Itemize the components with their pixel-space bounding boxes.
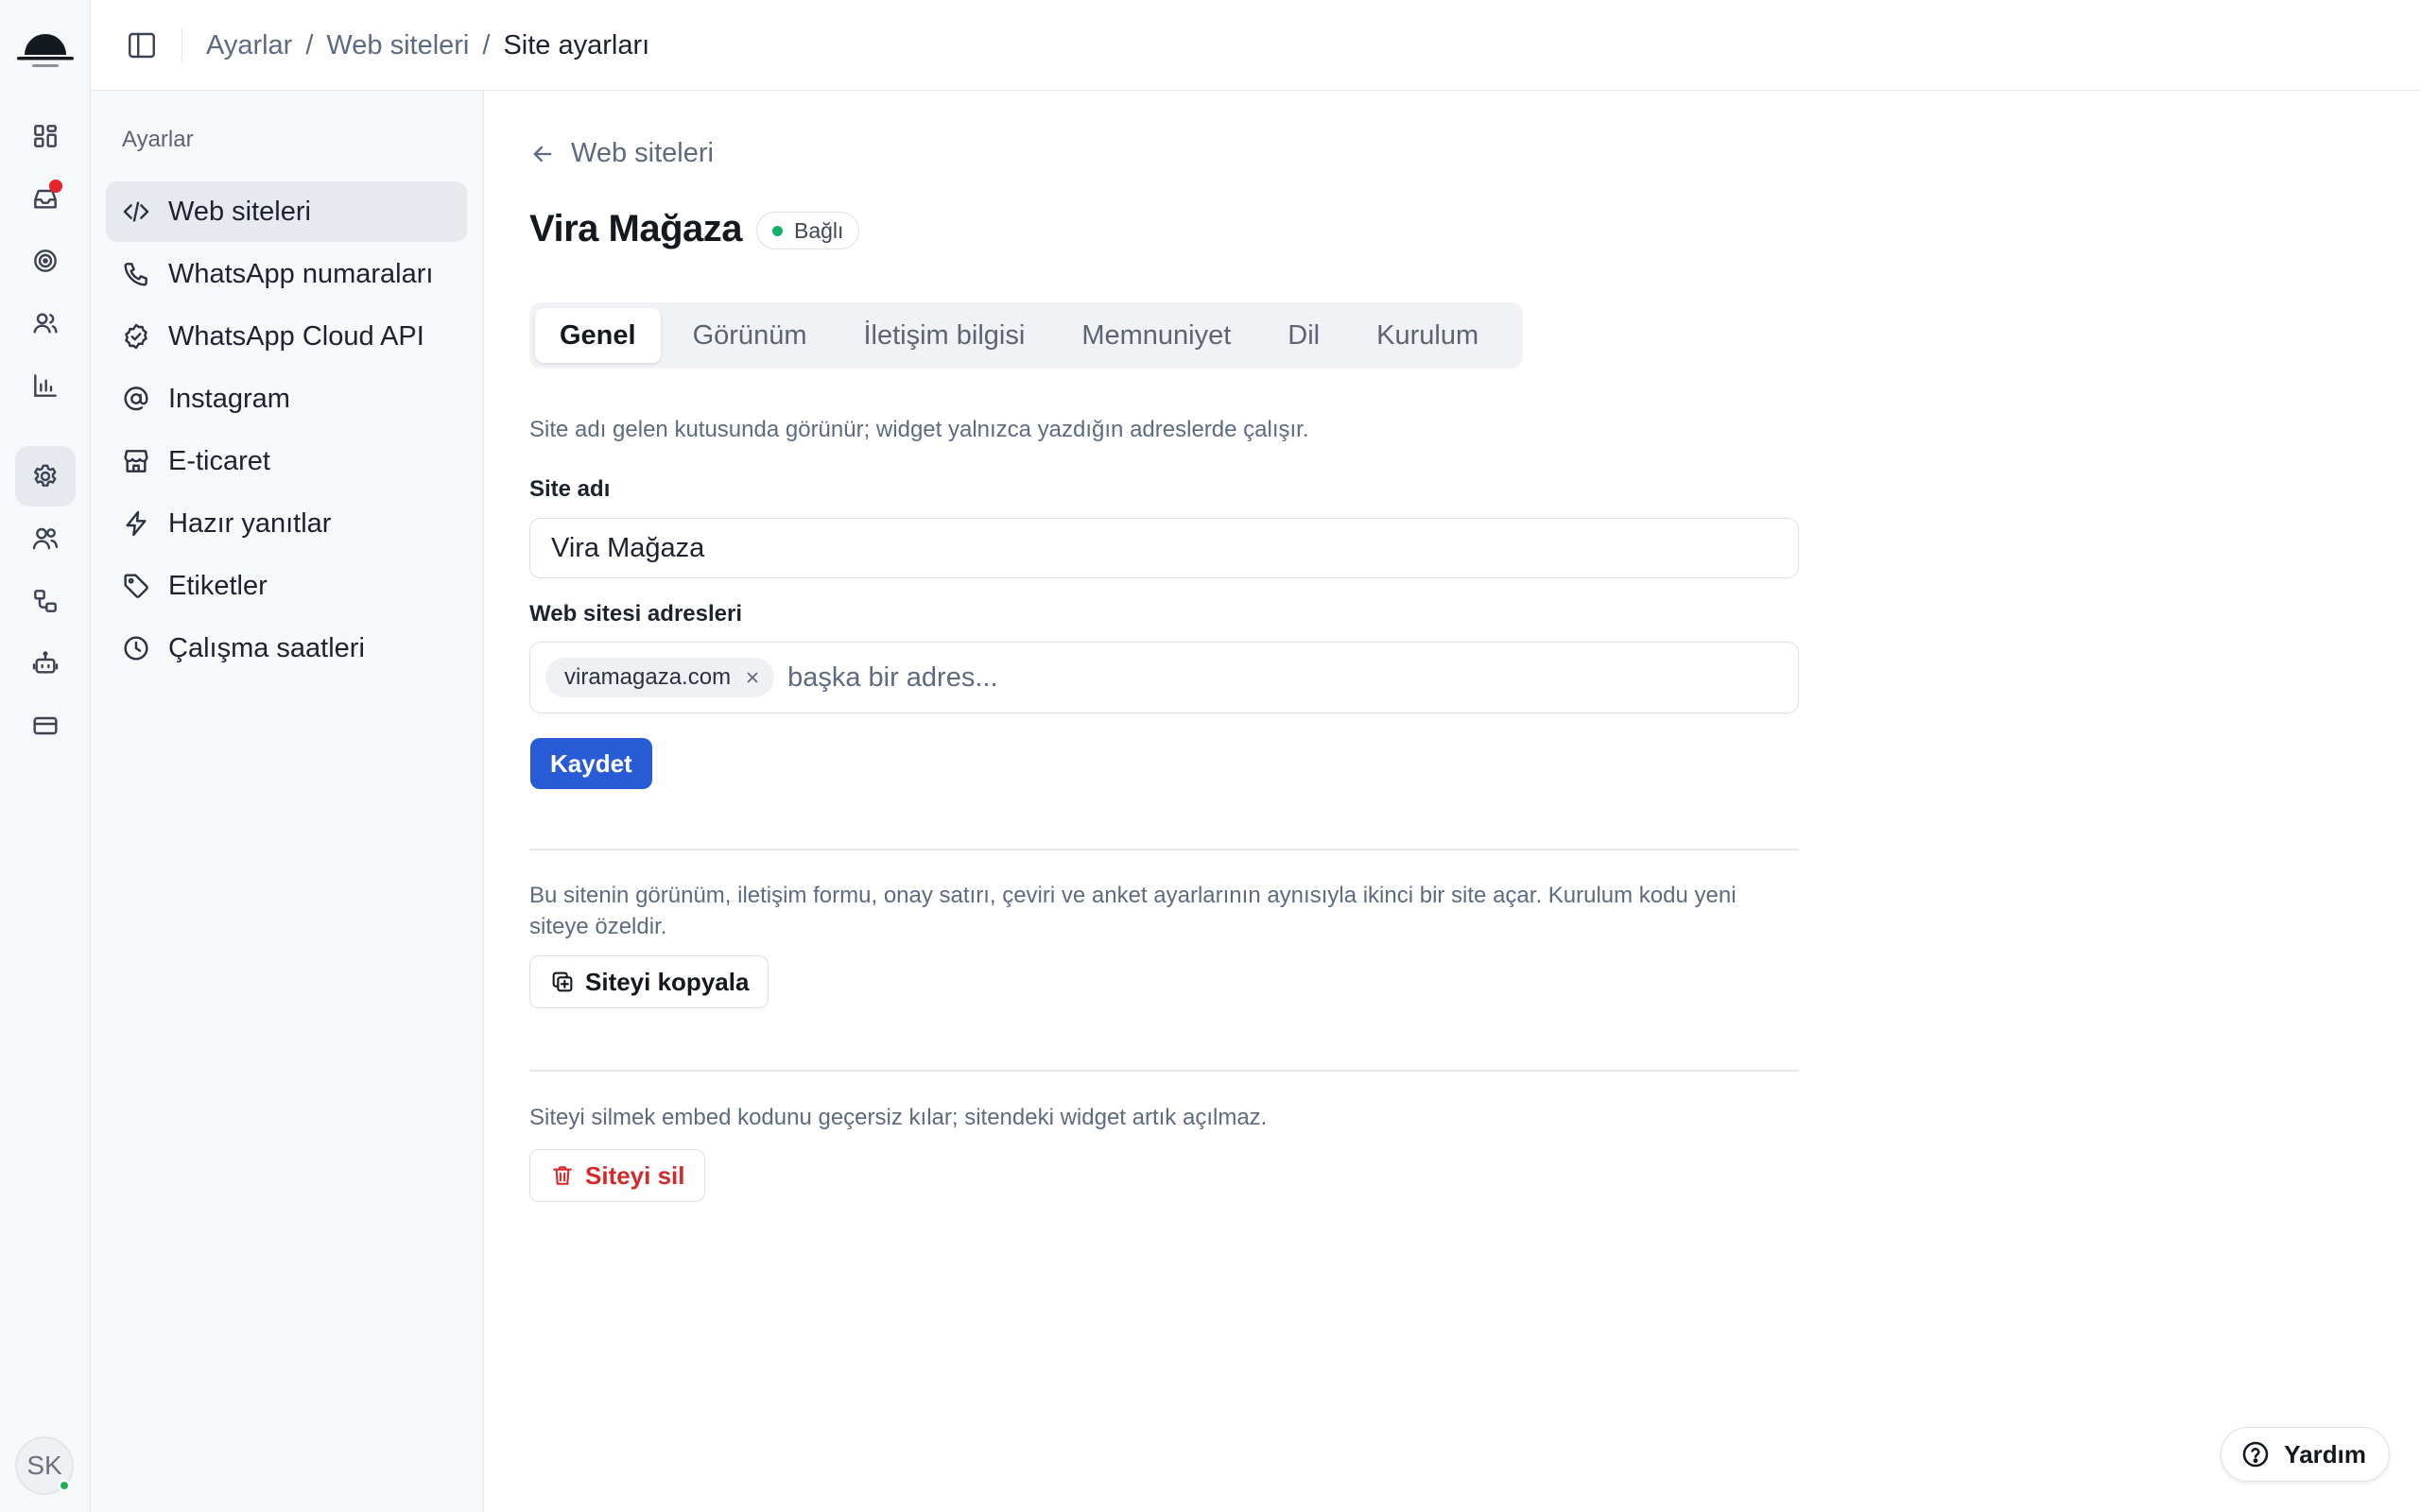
- remove-chip-icon[interactable]: [744, 669, 761, 686]
- address-input[interactable]: [787, 662, 1783, 694]
- sidebar-item-quick-replies[interactable]: Hazır yanıtlar: [106, 493, 467, 554]
- inbox-icon[interactable]: [15, 168, 76, 229]
- sidebar-item-label: Etiketler: [168, 570, 268, 601]
- tab-appearance[interactable]: Görünüm: [668, 308, 832, 363]
- store-icon: [124, 450, 148, 472]
- sidebar-toggle-icon[interactable]: [125, 28, 159, 62]
- sidebar-title: Ayarlar: [122, 127, 194, 152]
- gear-icon[interactable]: [15, 446, 76, 507]
- breadcrumb: Ayarlar / Web siteleri / Site ayarları: [206, 28, 649, 62]
- avatar[interactable]: SK: [15, 1436, 74, 1495]
- sidebar-item-label: E-ticaret: [168, 445, 270, 476]
- tag-icon: [124, 574, 148, 598]
- avatar-initials: SK: [26, 1451, 62, 1480]
- sidebar-item-label: Hazır yanıtlar: [168, 507, 332, 539]
- copy-site-button[interactable]: Siteyi kopyala: [529, 955, 769, 1008]
- breadcrumb-separator: /: [482, 29, 491, 60]
- section-divider: [529, 1070, 1799, 1072]
- at-sign-icon: [124, 387, 148, 411]
- sidebar-item-label: WhatsApp Cloud API: [168, 320, 424, 352]
- sidebar-item-working-hours[interactable]: Çalışma saatleri: [106, 618, 467, 679]
- bar-chart-icon[interactable]: [15, 355, 76, 416]
- sidebar-item-whatsapp-numbers[interactable]: WhatsApp numaraları: [106, 244, 467, 304]
- sidebar-item-tags[interactable]: Etiketler: [106, 556, 467, 616]
- icon-rail: SK: [0, 0, 91, 1512]
- copy-plus-icon: [552, 971, 573, 992]
- settings-sidebar: Ayarlar Web siteleri WhatsApp numaraları…: [91, 91, 484, 1512]
- general-description: Site adı gelen kutusunda görünür; widget…: [529, 417, 1309, 442]
- tab-general[interactable]: Genel: [535, 308, 661, 363]
- contacts-icon[interactable]: [15, 293, 76, 353]
- section-divider: [529, 849, 1799, 850]
- top-bar: Ayarlar / Web siteleri / Site ayarları: [91, 0, 2420, 91]
- sidebar-item-label: WhatsApp numaraları: [168, 258, 434, 289]
- breadcrumb-settings[interactable]: Ayarlar: [206, 30, 292, 61]
- back-link-label: Web siteleri: [571, 138, 714, 168]
- website-addresses-label: Web sitesi adresleri: [529, 601, 742, 627]
- lightning-icon: [126, 510, 147, 537]
- help-circle-icon: [2243, 1441, 2269, 1468]
- arrow-left-icon: [533, 146, 552, 162]
- status-dot: [772, 225, 783, 236]
- delete-site-description: Siteyi silmek embed kodunu geçersiz kıla…: [529, 1105, 1268, 1130]
- breadcrumb-separator: /: [305, 29, 314, 60]
- sidebar-item-instagram[interactable]: Instagram: [106, 369, 467, 429]
- help-label: Yardım: [2284, 1439, 2366, 1469]
- workflow-icon[interactable]: [15, 571, 76, 631]
- dashboard-icon[interactable]: [15, 106, 76, 166]
- team-icon[interactable]: [15, 508, 76, 569]
- sidebar-item-label: Web siteleri: [168, 196, 311, 227]
- credit-card-icon[interactable]: [15, 696, 76, 756]
- delete-site-label: Siteyi sil: [585, 1160, 685, 1190]
- tab-satisfaction[interactable]: Memnuniyet: [1057, 308, 1255, 363]
- back-link[interactable]: Web siteleri: [529, 138, 714, 169]
- sidebar-item-label: Çalışma saatleri: [168, 632, 365, 663]
- address-chip: viramagaza.com: [545, 658, 775, 697]
- sidebar-item-label: Instagram: [168, 383, 290, 414]
- copy-site-label: Siteyi kopyala: [585, 967, 750, 996]
- sidebar-item-whatsapp-cloud-api[interactable]: WhatsApp Cloud API: [106, 306, 467, 367]
- site-name-label: Site adı: [529, 476, 611, 502]
- code-icon: [123, 201, 149, 222]
- tab-installation[interactable]: Kurulum: [1352, 308, 1503, 363]
- status-badge: Bağlı: [756, 212, 860, 249]
- save-button[interactable]: Kaydet: [530, 738, 652, 789]
- sidebar-item-websites[interactable]: Web siteleri: [106, 181, 467, 242]
- main-content: Web siteleri Vira Mağaza Bağlı Genel Gör…: [484, 91, 2420, 1512]
- status-label: Bağlı: [794, 217, 844, 243]
- clock-icon: [124, 636, 148, 661]
- verified-badge-icon: [125, 323, 147, 350]
- breadcrumb-current: Site ayarları: [503, 29, 650, 60]
- copy-site-description: Bu sitenin görünüm, iletişim formu, onay…: [529, 883, 1737, 939]
- bot-icon[interactable]: [15, 633, 76, 694]
- website-addresses-field[interactable]: viramagaza.com: [529, 642, 1799, 713]
- trash-icon: [553, 1166, 572, 1185]
- breadcrumb-websites[interactable]: Web siteleri: [326, 30, 469, 61]
- tab-contact-info[interactable]: İletişim bilgisi: [838, 308, 1049, 363]
- delete-site-button[interactable]: Siteyi sil: [529, 1149, 705, 1202]
- sidebar-item-ecommerce[interactable]: E-ticaret: [106, 431, 467, 491]
- page-title: Vira Mağaza: [529, 208, 743, 249]
- help-button[interactable]: Yardım: [2221, 1427, 2390, 1482]
- online-status-dot: [59, 1480, 70, 1491]
- site-name-input[interactable]: [529, 518, 1799, 578]
- tab-language[interactable]: Dil: [1263, 308, 1344, 363]
- address-chip-label: viramagaza.com: [564, 664, 732, 690]
- target-icon[interactable]: [15, 231, 76, 291]
- tab-bar: Genel Görünüm İletişim bilgisi Memnuniye…: [529, 302, 1523, 369]
- notification-dot: [49, 180, 62, 193]
- logo-icon[interactable]: [15, 19, 76, 72]
- phone-icon: [124, 263, 147, 286]
